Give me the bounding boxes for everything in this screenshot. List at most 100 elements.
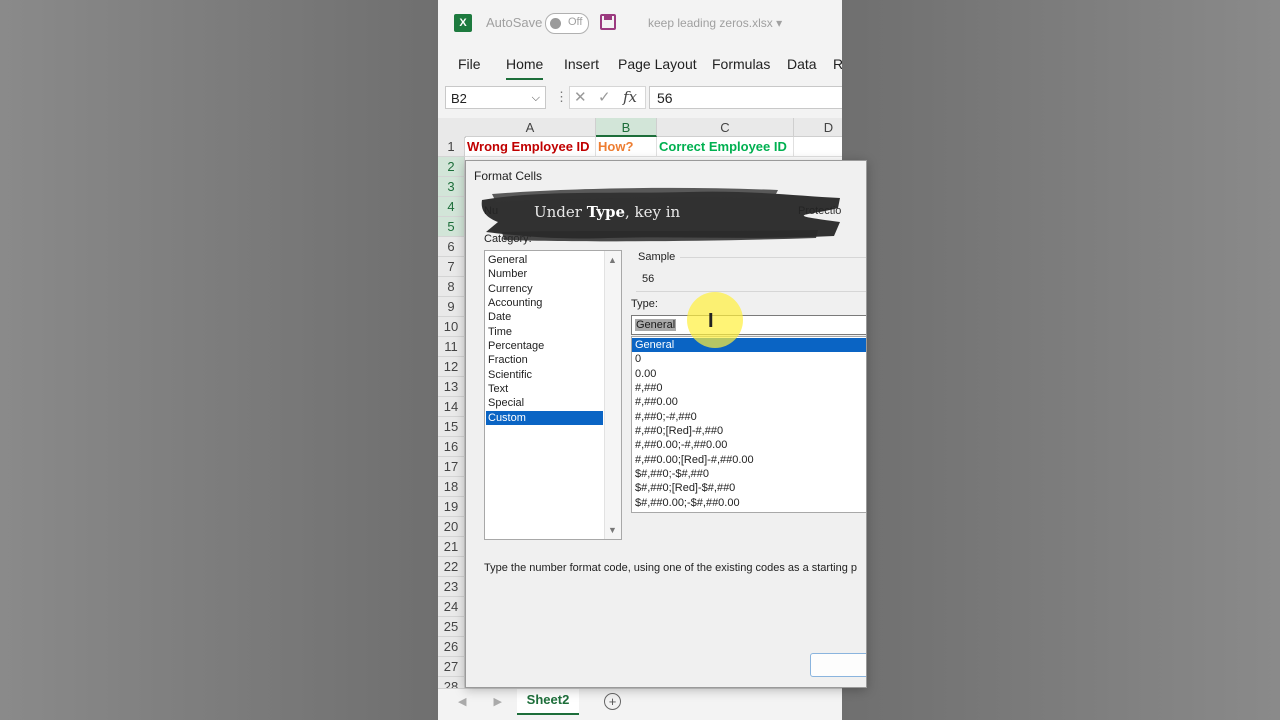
sheet-scroll-arrows[interactable]: ◀ ▶: [458, 695, 514, 708]
add-sheet-icon[interactable]: +: [604, 693, 621, 710]
autosave-label: AutoSave: [486, 15, 543, 30]
formula-input[interactable]: 56: [649, 86, 842, 109]
tab-file[interactable]: File: [458, 56, 481, 72]
sample-value: 56: [642, 273, 655, 285]
row-header[interactable]: 26: [438, 637, 465, 657]
category-item[interactable]: Currency: [486, 282, 603, 296]
cell-c1[interactable]: Correct Employee ID: [657, 137, 794, 157]
type-item[interactable]: #,##0.00;[Red]-#,##0.00: [632, 453, 866, 467]
type-item[interactable]: $#,##0.00;-$#,##0.00: [632, 496, 866, 510]
more-options-icon[interactable]: ⋮: [555, 89, 568, 105]
column-header-a[interactable]: A: [465, 118, 596, 137]
category-item-custom[interactable]: Custom: [486, 411, 603, 425]
row-header[interactable]: 18: [438, 477, 465, 497]
tab-formulas[interactable]: Formulas: [712, 56, 770, 72]
row-header[interactable]: 17: [438, 457, 465, 477]
toggle-knob: [550, 18, 561, 29]
category-item[interactable]: Date: [486, 310, 603, 324]
column-header-d[interactable]: D: [794, 118, 842, 137]
background-left: [0, 0, 438, 720]
row-header[interactable]: 12: [438, 357, 465, 377]
row-header[interactable]: 14: [438, 397, 465, 417]
type-item[interactable]: #,##0: [632, 381, 866, 395]
row-header[interactable]: 27: [438, 657, 465, 677]
title-bar: X AutoSave Off keep leading zeros.xlsx ▾: [438, 0, 842, 46]
category-item[interactable]: Time: [486, 325, 603, 339]
category-item[interactable]: Text: [486, 382, 603, 396]
row-header[interactable]: 7: [438, 257, 465, 277]
row-header[interactable]: 8: [438, 277, 465, 297]
cell-a1[interactable]: Wrong Employee ID: [465, 137, 596, 157]
category-item[interactable]: Scientific: [486, 368, 603, 382]
row-header[interactable]: 5: [438, 217, 465, 237]
caption-overlay: Under Type, key in: [478, 186, 844, 242]
row-header[interactable]: 11: [438, 337, 465, 357]
row-header[interactable]: 9: [438, 297, 465, 317]
tab-review[interactable]: R: [833, 56, 842, 72]
row-header[interactable]: 22: [438, 557, 465, 577]
row-header[interactable]: 2: [438, 157, 465, 177]
text-cursor-icon: I: [708, 310, 714, 332]
row-header[interactable]: 10: [438, 317, 465, 337]
autosave-toggle[interactable]: Off: [545, 13, 589, 34]
sheet-tab-sheet2[interactable]: Sheet2: [517, 689, 579, 715]
tab-insert[interactable]: Insert: [564, 56, 599, 72]
excel-icon: X: [454, 14, 472, 32]
category-item[interactable]: Fraction: [486, 353, 603, 367]
formula-bar: B2 ⌵ ⋮ ✕ ✓ fx 56: [438, 86, 842, 112]
type-item[interactable]: 0: [632, 352, 866, 366]
cancel-icon[interactable]: ✕: [574, 88, 587, 106]
type-item[interactable]: #,##0;[Red]-#,##0: [632, 424, 866, 438]
hint-text: Type the number format code, using one o…: [484, 562, 857, 574]
check-icon[interactable]: ✓: [598, 88, 611, 106]
autosave-state: Off: [568, 16, 583, 28]
row-header[interactable]: 6: [438, 237, 465, 257]
row-header[interactable]: 3: [438, 177, 465, 197]
tab-data[interactable]: Data: [787, 56, 817, 72]
select-all-corner[interactable]: [438, 118, 466, 138]
row-header[interactable]: 4: [438, 197, 465, 217]
row-header[interactable]: 1: [438, 137, 465, 157]
save-icon[interactable]: [600, 14, 616, 30]
column-header-c[interactable]: C: [657, 118, 794, 137]
type-item[interactable]: #,##0.00;-#,##0.00: [632, 438, 866, 452]
row-header[interactable]: 25: [438, 617, 465, 637]
cell-d1[interactable]: [794, 137, 842, 157]
category-item[interactable]: Percentage: [486, 339, 603, 353]
chevron-down-icon[interactable]: ⌵: [532, 87, 540, 110]
row-header[interactable]: 19: [438, 497, 465, 517]
tab-home[interactable]: Home: [506, 56, 544, 80]
type-item-general[interactable]: General: [632, 338, 866, 352]
column-header-b[interactable]: B: [596, 118, 657, 137]
scroll-down-icon[interactable]: ▼: [608, 525, 617, 535]
caption-bold: Type: [586, 203, 625, 221]
type-item[interactable]: #,##0;-#,##0: [632, 410, 866, 424]
type-item[interactable]: $#,##0;-$#,##0: [632, 467, 866, 481]
tab-page-layout[interactable]: Page Layout: [618, 56, 697, 72]
file-name[interactable]: keep leading zeros.xlsx ▾: [648, 16, 782, 30]
insert-function-icon[interactable]: fx: [623, 88, 637, 106]
row-header[interactable]: 21: [438, 537, 465, 557]
row-header[interactable]: 13: [438, 377, 465, 397]
ok-button[interactable]: [810, 653, 866, 677]
category-item[interactable]: General: [486, 253, 603, 267]
type-item[interactable]: $#,##0;[Red]-$#,##0: [632, 481, 866, 495]
caption-text: Under Type, key in: [534, 203, 680, 221]
type-item[interactable]: 0.00: [632, 367, 866, 381]
row-header[interactable]: 24: [438, 597, 465, 617]
type-input[interactable]: General: [631, 315, 866, 335]
row-header[interactable]: 23: [438, 577, 465, 597]
category-scrollbar[interactable]: ▲ ▼: [604, 251, 621, 539]
category-item[interactable]: Number: [486, 267, 603, 281]
caption-prefix: Under: [534, 203, 587, 221]
category-item[interactable]: Special: [486, 396, 603, 410]
row-header[interactable]: 15: [438, 417, 465, 437]
scroll-up-icon[interactable]: ▲: [608, 255, 617, 265]
name-box[interactable]: B2 ⌵: [445, 86, 546, 109]
formula-buttons: ✕ ✓ fx: [569, 86, 646, 109]
type-item[interactable]: #,##0.00: [632, 395, 866, 409]
row-header[interactable]: 16: [438, 437, 465, 457]
row-header[interactable]: 20: [438, 517, 465, 537]
category-item[interactable]: Accounting: [486, 296, 603, 310]
cell-b1[interactable]: How?: [596, 137, 657, 157]
